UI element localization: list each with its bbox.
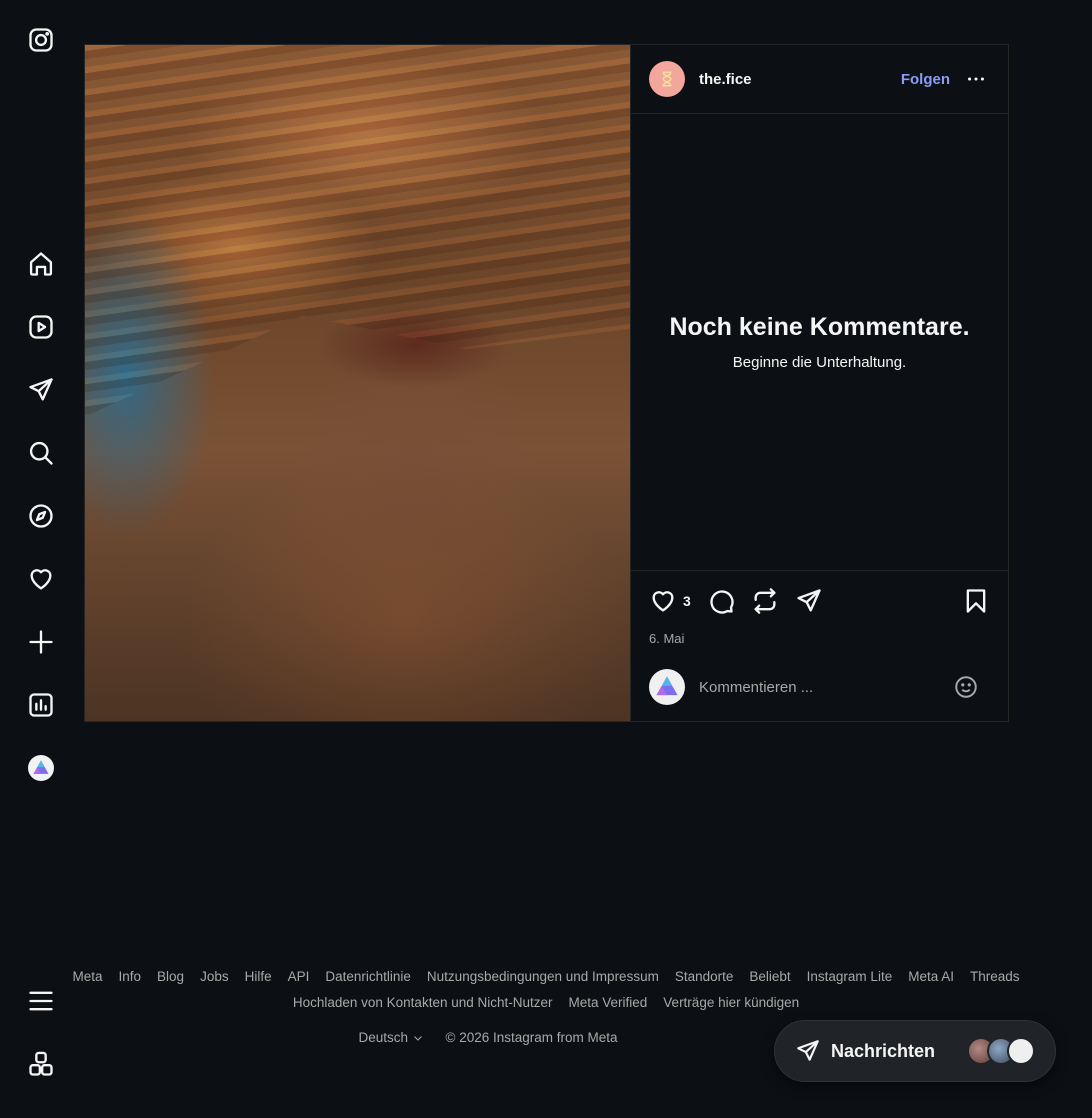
repost-icon bbox=[754, 588, 776, 614]
instagram-logo-icon[interactable] bbox=[22, 21, 60, 59]
dashboard-insights-icon[interactable] bbox=[22, 686, 60, 724]
footer-link[interactable]: Blog bbox=[157, 969, 184, 984]
copyright: © 2026 Instagram from Meta bbox=[445, 1030, 618, 1045]
follow-button[interactable]: Folgen bbox=[901, 71, 950, 88]
footer-link[interactable]: Info bbox=[119, 969, 142, 984]
footer-link[interactable]: Datenrichtlinie bbox=[325, 969, 411, 984]
hourglass-icon bbox=[662, 71, 672, 87]
footer-links-row-1: Meta Info Blog Jobs Hilfe API Datenrichtlinie N… bbox=[0, 964, 1092, 990]
current-user-avatar bbox=[649, 669, 685, 705]
comment-bubble-icon bbox=[710, 590, 734, 614]
search-icon[interactable] bbox=[22, 434, 60, 472]
footer-links-row-2: Hochladen von Kontakten und Nicht-Nutzer… bbox=[0, 990, 1092, 1016]
chevron-down-icon bbox=[413, 1036, 422, 1042]
footer-link[interactable]: Nutzungsbedingungen und Impressum bbox=[427, 969, 659, 984]
no-comments-subtitle: Beginne die Unterhaltung. bbox=[732, 354, 907, 371]
save-bookmark-button[interactable] bbox=[962, 587, 990, 615]
post-sidebar: the.fice Folgen Noch keine Kommentare. B… bbox=[630, 45, 1008, 721]
comment-button[interactable] bbox=[707, 587, 735, 615]
profile-avatar[interactable] bbox=[22, 749, 60, 787]
messages-button[interactable]: Nachrichten bbox=[774, 1020, 1056, 1082]
footer-link[interactable]: Meta AI bbox=[908, 969, 954, 984]
sidebar bbox=[0, 0, 82, 1118]
footer-link[interactable]: API bbox=[288, 969, 310, 984]
like-count[interactable]: 3 bbox=[683, 593, 691, 609]
emoji-icon[interactable] bbox=[952, 673, 980, 701]
footer-link[interactable]: Hilfe bbox=[245, 969, 272, 984]
share-button[interactable] bbox=[795, 587, 823, 615]
no-comments-title: Noch keine Kommentare. bbox=[669, 313, 970, 341]
also-from-meta-icon[interactable] bbox=[22, 1045, 60, 1083]
post-dialog: the.fice Folgen Noch keine Kommentare. B… bbox=[84, 44, 1009, 722]
author-avatar[interactable] bbox=[649, 61, 685, 97]
bookmark-icon bbox=[966, 589, 986, 613]
like-button[interactable]: 3 bbox=[649, 587, 691, 615]
post-date[interactable]: 6. Mai bbox=[631, 631, 1008, 653]
home-icon[interactable] bbox=[22, 245, 60, 283]
comment-input[interactable] bbox=[699, 678, 952, 696]
footer-link[interactable]: Standorte bbox=[675, 969, 734, 984]
footer-link[interactable]: Meta bbox=[72, 969, 102, 984]
heart-icon bbox=[652, 591, 674, 612]
recent-contacts-avatars bbox=[967, 1037, 1035, 1065]
footer-link[interactable]: Jobs bbox=[200, 969, 229, 984]
footer-link[interactable]: Beliebt bbox=[749, 969, 790, 984]
language-label: Deutsch bbox=[358, 1030, 408, 1045]
reels-icon[interactable] bbox=[22, 308, 60, 346]
post-actions: 3 bbox=[631, 571, 1008, 631]
footer-link[interactable]: Verträge hier kündigen bbox=[663, 995, 799, 1010]
send-icon bbox=[797, 589, 821, 612]
author-username[interactable]: the.fice bbox=[699, 71, 752, 88]
footer-link[interactable]: Threads bbox=[970, 969, 1020, 984]
contact-avatar bbox=[1007, 1037, 1035, 1065]
footer-link[interactable]: Hochladen von Kontakten und Nicht-Nutzer bbox=[293, 995, 553, 1010]
messages-label: Nachrichten bbox=[831, 1040, 936, 1061]
messages-send-icon[interactable] bbox=[22, 371, 60, 409]
language-selector[interactable]: Deutsch bbox=[358, 1030, 423, 1045]
repost-button[interactable] bbox=[751, 587, 779, 615]
footer-link[interactable]: Instagram Lite bbox=[807, 969, 893, 984]
post-header: the.fice Folgen bbox=[631, 45, 1008, 114]
comment-composer bbox=[631, 653, 1008, 721]
heart-notifications-icon[interactable] bbox=[22, 560, 60, 598]
more-options-icon[interactable] bbox=[964, 67, 988, 91]
post-photo[interactable] bbox=[85, 45, 630, 721]
footer-link[interactable]: Meta Verified bbox=[569, 995, 648, 1010]
explore-compass-icon[interactable] bbox=[22, 497, 60, 535]
comments-area: Noch keine Kommentare. Beginne die Unter… bbox=[631, 114, 1008, 571]
footer-links: Meta Info Blog Jobs Hilfe API Datenrichtlinie N… bbox=[0, 964, 1092, 1016]
messages-send-icon bbox=[797, 1040, 819, 1061]
create-plus-icon[interactable] bbox=[22, 623, 60, 661]
